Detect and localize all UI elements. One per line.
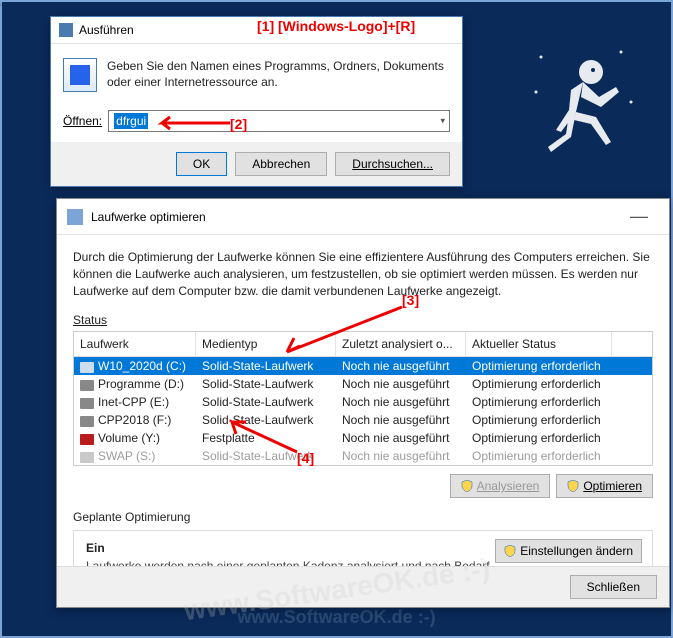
drive-status: Optimierung erforderlich [466,447,612,465]
optimizer-window: Laufwerke optimieren — Durch die Optimie… [56,198,670,608]
drive-type: Solid-State-Laufwerk [196,375,336,393]
run-titlebar[interactable]: Ausführen [51,17,462,44]
run-icon [59,23,73,37]
open-input-value: dfrgui [114,113,148,129]
drive-status: Optimierung erforderlich [466,375,612,393]
drive-type: Solid-State-Laufwerk [196,357,336,375]
table-row[interactable]: CPP2018 (F:) Solid-State-LaufwerkNoch nie… [74,411,652,429]
drive-last: Noch nie ausgeführt [336,429,466,447]
drive-icon [80,398,94,409]
drive-icon [80,380,94,391]
optimizer-titlebar[interactable]: Laufwerke optimieren — [57,199,669,235]
drive-last: Noch nie ausgeführt [336,357,466,375]
drive-type: Solid-State-Laufwerk [196,411,336,429]
drive-name: SWAP (S:) [98,449,155,463]
drive-last: Noch nie ausgeführt [336,411,466,429]
drive-type: Solid-State-Laufwerk [196,393,336,411]
table-row[interactable]: W10_2020d (C:) Solid-State-LaufwerkNoch n… [74,357,652,375]
minimize-button[interactable]: — [619,206,659,227]
table-row[interactable]: Programme (D:) Solid-State-LaufwerkNoch n… [74,375,652,393]
optimizer-icon [67,209,83,225]
sched-on: Ein [86,541,146,555]
close-button[interactable]: Schließen [570,575,657,599]
watermark-left: www.SoftwareOK.de :-) [0,0,4,220]
drive-status: Optimierung erforderlich [466,429,612,447]
shield-icon [461,480,473,492]
col-mediatype[interactable]: Medientyp [196,332,336,356]
browse-button[interactable]: Durchsuchen... [335,152,450,176]
drive-last: Noch nie ausgeführt [336,447,466,465]
optimize-button[interactable]: Optimieren [556,474,653,498]
scheduled-label: Geplante Optimierung [73,510,653,524]
table-row[interactable]: Inet-CPP (E:) Solid-State-LaufwerkNoch ni… [74,393,652,411]
drive-name: W10_2020d (C:) [98,359,186,373]
run-title: Ausführen [79,23,454,37]
drive-icon [80,416,94,427]
optimizer-title: Laufwerke optimieren [91,210,619,224]
drive-type: Festplatte [196,429,336,447]
shield-icon [567,480,579,492]
drive-status: Optimierung erforderlich [466,411,612,429]
analyze-button[interactable]: Analysieren [450,474,551,498]
open-input[interactable]: dfrgui ▾ [108,110,450,132]
open-label: Öffnen: [63,114,102,128]
drive-status: Optimierung erforderlich [466,357,612,375]
table-row[interactable]: Volume (Y:) FestplatteNoch nie ausgeführt… [74,429,652,447]
drive-last: Noch nie ausgeführt [336,393,466,411]
run-dialog: Ausführen Geben Sie den Namen eines Prog… [50,16,463,187]
optimizer-intro: Durch die Optimierung der Laufwerke könn… [73,249,653,299]
drives-table: Laufwerk Medientyp Zuletzt analysiert o.… [73,331,653,466]
change-settings-button[interactable]: Einstellungen ändern [495,539,642,563]
dropdown-icon[interactable]: ▾ [440,116,445,127]
drive-name: CPP2018 (F:) [98,413,171,427]
decorative-figure [521,42,641,182]
table-row[interactable]: SWAP (S:) Solid-State-LaufwerkNoch nie au… [74,447,652,465]
run-description: Geben Sie den Namen eines Programms, Ord… [107,58,450,92]
drive-name: Programme (D:) [98,377,184,391]
drive-name: Volume (Y:) [98,431,160,445]
drive-type: Solid-State-Laufwerk [196,447,336,465]
cancel-button[interactable]: Abbrechen [235,152,327,176]
col-drive[interactable]: Laufwerk [74,332,196,356]
drive-name: Inet-CPP (E:) [98,395,169,409]
drive-icon [80,362,94,373]
drive-icon [80,452,94,463]
table-header: Laufwerk Medientyp Zuletzt analysiert o.… [74,332,652,357]
drive-last: Noch nie ausgeführt [336,375,466,393]
status-label: Status [73,313,653,327]
watermark-bottom: www.SoftwareOK.de :-) [237,607,435,628]
drive-status: Optimierung erforderlich [466,393,612,411]
shield-icon [504,545,516,557]
run-app-icon [63,58,97,92]
drive-icon [80,434,94,445]
col-status[interactable]: Aktueller Status [466,332,612,356]
col-last[interactable]: Zuletzt analysiert o... [336,332,466,356]
ok-button[interactable]: OK [176,152,227,176]
